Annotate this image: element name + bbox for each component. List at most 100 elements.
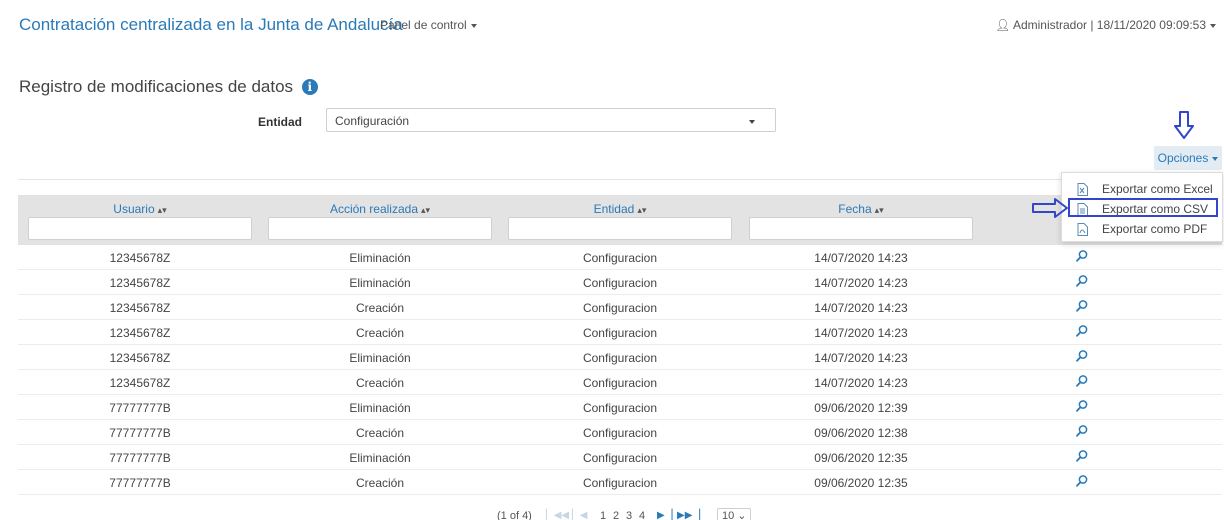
table-cell: Eliminación: [349, 401, 411, 415]
table-cell: 09/06/2020 12:39: [814, 401, 908, 415]
caret-down-icon: [1210, 23, 1216, 28]
table-body: 12345678Z Eliminación Configuracion 14/07/2…: [18, 245, 1222, 495]
table-cell: Creación: [355, 476, 405, 490]
entidad-select-value: Configuración: [335, 114, 410, 128]
opciones-button[interactable]: Opciones: [1154, 146, 1222, 170]
filter-entidad-input[interactable]: [508, 217, 732, 240]
table-cell: Creación: [355, 301, 405, 315]
page-size-value: 10: [722, 510, 735, 520]
user-icon: 👤︎: [995, 18, 1011, 32]
info-icon[interactable]: i: [301, 79, 318, 95]
table-cell: Configuracion: [582, 426, 658, 440]
sort-icon: ▴▾: [421, 205, 431, 215]
annotation-highlight-box: [1068, 198, 1218, 217]
column-header-label: Entidad: [593, 202, 635, 216]
table-cell: 12345678Z: [109, 326, 171, 340]
table-cell: Eliminación: [349, 276, 411, 290]
table-row[interactable]: 12345678Z Creación Configuracion 14/07/2020…: [18, 370, 1222, 395]
paginator: (1 of 4) ▏◀◀ ▏◀ 1 2 3 4 ▶▕ ▶▶▕ 10 ⌄: [0, 508, 1224, 520]
view-detail-icon[interactable]: [1075, 399, 1089, 413]
table-cell: 14/07/2020 14:23: [814, 326, 908, 340]
menu-item-export-excel[interactable]: Exportar como Excel: [1062, 179, 1224, 199]
table-row[interactable]: 12345678Z Eliminación Configuracion 14/07/2…: [18, 245, 1222, 270]
view-detail-icon[interactable]: [1075, 299, 1089, 313]
table-cell: 77777777B: [109, 401, 171, 415]
table-cell: 14/07/2020 14:23: [814, 351, 908, 365]
view-detail-icon[interactable]: [1075, 474, 1089, 488]
view-detail-icon[interactable]: [1075, 324, 1089, 338]
table-cell: 12345678Z: [109, 351, 171, 365]
excel-file-icon: [1077, 183, 1088, 196]
table-cell: 14/07/2020 14:23: [814, 376, 908, 390]
divider: [18, 179, 1222, 180]
table-cell: 09/06/2020 12:38: [814, 426, 908, 440]
pager-status: (1 of 4): [497, 510, 532, 520]
table-cell: 14/07/2020 14:23: [814, 276, 908, 290]
page-title-text: Registro de modificaciones de datos: [19, 77, 294, 96]
next-page-icon[interactable]: ▶▕: [657, 510, 672, 520]
table-row[interactable]: 12345678Z Creación Configuracion 14/07/2020…: [18, 320, 1222, 345]
menu-item-export-pdf[interactable]: Exportar como PDF: [1062, 219, 1224, 239]
filter-fecha-input[interactable]: [749, 217, 973, 240]
user-info-label: Administrador | 18/11/2020 09:09:53: [1012, 18, 1206, 32]
page-2-link[interactable]: 2: [613, 510, 619, 520]
page-4-link[interactable]: 4: [639, 510, 645, 520]
column-header-entidad[interactable]: Entidad ▴▾: [508, 202, 732, 216]
table-row[interactable]: 77777777B Eliminación Configuracion 09/06/2…: [18, 445, 1222, 470]
view-detail-icon[interactable]: [1075, 249, 1089, 263]
sort-icon: ▴▾: [157, 205, 167, 215]
table-cell: Eliminación: [349, 451, 411, 465]
table-cell: 77777777B: [109, 426, 171, 440]
table-row[interactable]: 77777777B Creación Configuracion 09/06/2020…: [18, 420, 1222, 445]
caret-down-icon: [749, 120, 755, 124]
view-detail-icon[interactable]: [1075, 274, 1089, 288]
table-cell: 77777777B: [109, 476, 171, 490]
page-3-link[interactable]: 3: [626, 510, 632, 520]
table-row[interactable]: 77777777B Creación Configuracion 09/06/2020…: [18, 470, 1222, 495]
table-cell: Creación: [355, 376, 405, 390]
table-cell: Configuracion: [582, 251, 658, 265]
panel-control-menu[interactable]: Panel de control: [380, 18, 477, 32]
first-page-icon[interactable]: ▏◀◀: [546, 510, 569, 520]
last-page-icon[interactable]: ▶▶▕: [677, 510, 700, 520]
top-navbar: Contratación centralizada en la Junta de…: [0, 0, 1224, 50]
table-cell: 14/07/2020 14:23: [814, 251, 908, 265]
app-brand[interactable]: Contratación centralizada en la Junta de…: [19, 15, 403, 35]
table-row[interactable]: 12345678Z Eliminación Configuracion 14/07/2…: [18, 270, 1222, 295]
caret-down-icon: [1212, 156, 1219, 161]
view-detail-icon[interactable]: [1075, 424, 1089, 438]
table-cell: Configuracion: [582, 351, 658, 365]
entidad-label: Entidad: [258, 115, 302, 129]
table-cell: Creación: [355, 426, 405, 440]
user-menu[interactable]: 👤︎ Administrador | 18/11/2020 09:09:53: [995, 18, 1216, 32]
table-row[interactable]: 12345678Z Eliminación Configuracion 14/07/2…: [18, 345, 1222, 370]
page-1-link[interactable]: 1: [600, 510, 606, 520]
caret-down-icon: [470, 23, 477, 28]
column-header-accion[interactable]: Acción realizada ▴▾: [268, 202, 492, 216]
filter-usuario-input[interactable]: [28, 217, 252, 240]
table-row[interactable]: 12345678Z Creación Configuracion 14/07/2020…: [18, 295, 1222, 320]
table-cell: Configuracion: [582, 376, 658, 390]
opciones-label: Opciones: [1157, 151, 1209, 165]
page-size-select[interactable]: 10 ⌄: [717, 508, 751, 520]
table-cell: Configuracion: [582, 451, 658, 465]
table-cell: 12345678Z: [109, 301, 171, 315]
filter-accion-input[interactable]: [268, 217, 492, 240]
column-header-label: Acción realizada: [329, 202, 418, 216]
column-header-fecha[interactable]: Fecha ▴▾: [749, 202, 973, 216]
view-detail-icon[interactable]: [1075, 374, 1089, 388]
entidad-select[interactable]: Configuración: [326, 108, 776, 132]
sort-icon: ▴▾: [637, 205, 647, 215]
column-header-usuario[interactable]: Usuario ▴▾: [28, 202, 252, 216]
table-row[interactable]: 77777777B Eliminación Configuracion 09/06/2…: [18, 395, 1222, 420]
view-detail-icon[interactable]: [1075, 449, 1089, 463]
table-cell: Eliminación: [349, 351, 411, 365]
view-detail-icon[interactable]: [1075, 349, 1089, 363]
table-cell: 09/06/2020 12:35: [814, 476, 908, 490]
page-title: Registro de modificaciones de datos i: [19, 77, 318, 97]
prev-page-icon[interactable]: ▏◀: [572, 510, 587, 520]
annotation-arrow-down-icon: [1174, 111, 1194, 139]
table-cell: Eliminación: [349, 251, 411, 265]
table-cell: Configuracion: [582, 301, 658, 315]
table-cell: 12345678Z: [109, 276, 171, 290]
